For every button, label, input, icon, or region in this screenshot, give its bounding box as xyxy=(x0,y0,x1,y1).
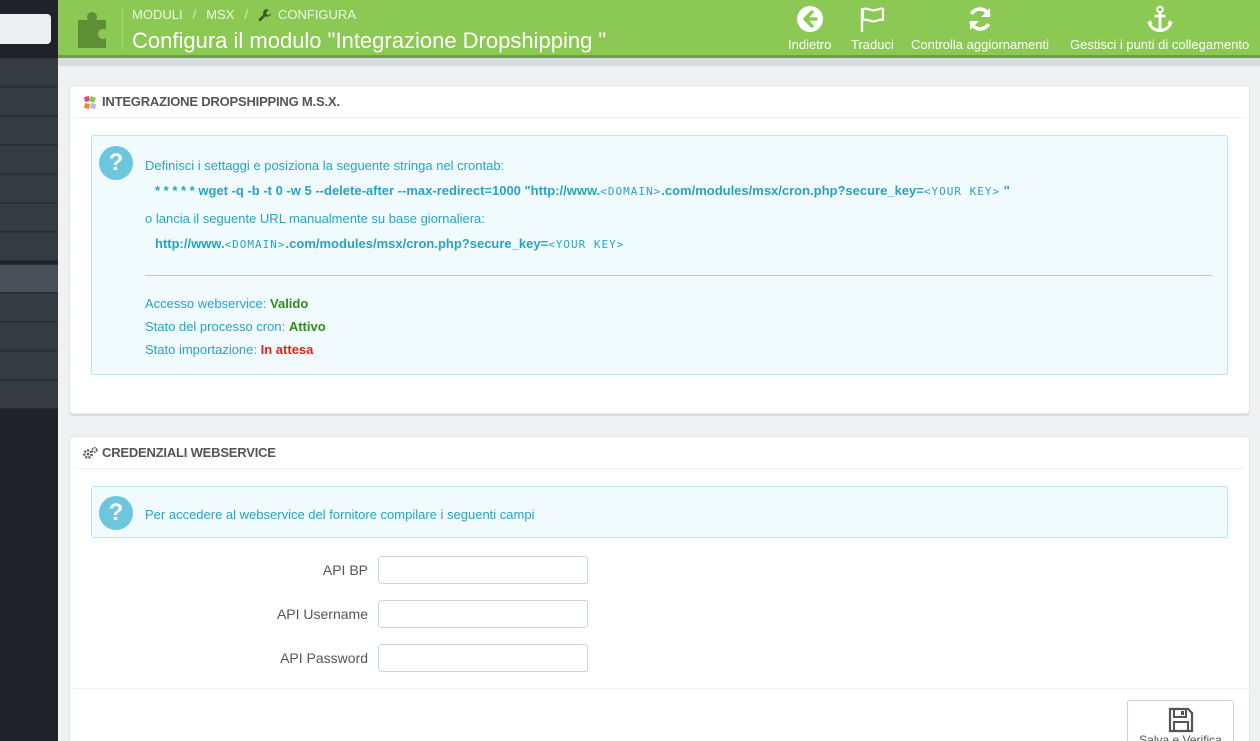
sidebar-item[interactable] xyxy=(0,174,58,203)
credentials-panel: CREDENZIALI WEBSERVICE ? Per accedere al… xyxy=(69,436,1250,741)
save-button[interactable]: Salva e Verifica xyxy=(1127,700,1234,741)
breadcrumb-current: CONFIGURA xyxy=(277,7,356,22)
api-bp-input[interactable] xyxy=(378,556,588,584)
status-cron: Stato del processo cron: Attivo xyxy=(145,319,326,334)
back-arrow-icon xyxy=(796,6,823,32)
manage-hooks-button-label: Gestisci i punti di collegamento xyxy=(1070,37,1250,52)
api-username-row: API Username xyxy=(258,600,588,628)
translate-button-label: Traduci xyxy=(851,37,894,52)
status-webservice: Accesso webservice: Valido xyxy=(145,296,308,311)
anchor-icon xyxy=(1146,5,1173,33)
api-username-input[interactable] xyxy=(378,600,588,628)
info-alert: ? Definisci i settaggi e posiziona la se… xyxy=(91,135,1228,375)
credentials-info-alert: ? Per accedere al webservice del fornito… xyxy=(91,486,1228,538)
back-button-label: Indietro xyxy=(788,37,832,52)
puzzle-icon xyxy=(78,12,106,48)
sidebar-item[interactable] xyxy=(0,87,58,116)
flag-icon xyxy=(861,7,885,32)
panel-heading: CREDENZIALI WEBSERVICE xyxy=(74,437,1245,469)
status-value: Attivo xyxy=(288,319,326,334)
status-label: Stato importazione: xyxy=(145,342,258,357)
crontab-command: * * * * * wget -q -b -t 0 -w 5 --delete-… xyxy=(155,183,1010,198)
api-password-input[interactable] xyxy=(378,644,588,672)
manual-url-instruction: o lancia il seguente URL manualmente su … xyxy=(145,211,485,226)
status-import: Stato importazione: In attesa xyxy=(145,342,313,357)
credentials-info-text: Per accedere al webservice del fornitore… xyxy=(145,507,535,522)
domain-token: <DOMAIN> xyxy=(600,185,662,198)
breadcrumb-separator: / xyxy=(244,7,248,22)
sidebar-item[interactable] xyxy=(0,232,58,261)
check-updates-button-label: Controlla aggiornamenti xyxy=(911,37,1050,52)
breadcrumb-separator: / xyxy=(192,7,197,22)
crontab-instruction: Definisci i settaggi e posiziona la segu… xyxy=(145,158,505,173)
save-button-label: Salva e Verifica xyxy=(1139,733,1222,741)
api-username-label: API Username xyxy=(276,606,368,622)
crontab-command-prefix: * * * * * wget -q -b -t 0 -w 5 --delete-… xyxy=(155,183,601,198)
api-password-label: API Password xyxy=(280,650,368,666)
question-icon: ? xyxy=(99,496,133,530)
manual-url-middle: .com/modules/msx/cron.php?secure_key= xyxy=(285,236,549,251)
crontab-command-suffix: " xyxy=(1000,183,1010,198)
domain-token: <DOMAIN> xyxy=(224,238,286,251)
sidebar-item[interactable] xyxy=(0,58,58,87)
api-bp-row: API BP xyxy=(258,556,588,584)
api-bp-label: API BP xyxy=(322,562,368,578)
sidebar-item[interactable] xyxy=(0,351,58,380)
alert-divider xyxy=(145,275,1212,276)
manage-hooks-button[interactable]: Gestisci i punti di collegamento xyxy=(1070,5,1249,52)
question-icon: ? xyxy=(99,146,133,180)
secure-key-token: <YOUR KEY> xyxy=(923,185,1001,198)
sidebar-item[interactable] xyxy=(0,145,58,174)
page-header: MODULI / MSX / CONFIGURA Configura il mo… xyxy=(58,0,1260,58)
manual-url: http://www.<DOMAIN>.com/modules/msx/cron… xyxy=(155,236,624,251)
breadcrumb-item-moduli[interactable]: MODULI xyxy=(132,7,183,22)
status-value: In attesa xyxy=(260,342,314,357)
status-value: Valido xyxy=(270,296,309,311)
status-label: Accesso webservice: xyxy=(145,296,267,311)
panel-heading: INTEGRAZIONE DROPSHIPPING M.S.X. xyxy=(74,86,1245,118)
refresh-icon xyxy=(969,7,991,31)
back-button[interactable]: Indietro xyxy=(788,5,831,52)
sidebar-item[interactable] xyxy=(0,322,58,351)
breadcrumb-item-msx[interactable]: MSX xyxy=(206,7,234,22)
page-title: Configura il modulo "Integrazione Dropsh… xyxy=(132,28,607,53)
check-updates-button[interactable]: Controlla aggiornamenti xyxy=(911,5,1049,52)
api-password-row: API Password xyxy=(258,644,588,672)
panel-title: CREDENZIALI WEBSERVICE xyxy=(102,445,276,460)
manual-url-prefix: http://www. xyxy=(155,236,225,251)
sidebar-item[interactable] xyxy=(0,116,58,145)
module-logo-icon xyxy=(84,95,96,109)
panel-title: INTEGRAZIONE DROPSHIPPING M.S.X. xyxy=(102,94,340,109)
breadcrumb: MODULI / MSX / CONFIGURA xyxy=(132,7,356,22)
sidebar-item-active[interactable] xyxy=(0,264,58,293)
save-icon xyxy=(1168,707,1193,733)
secure-key-token: <YOUR KEY> xyxy=(548,238,625,251)
integration-panel: INTEGRAZIONE DROPSHIPPING M.S.X. ? Defin… xyxy=(69,85,1250,414)
sidebar-item[interactable] xyxy=(0,293,58,322)
panel-footer-divider xyxy=(70,688,1250,689)
sidebar-item[interactable] xyxy=(0,203,58,232)
sidebar-item[interactable] xyxy=(0,380,58,409)
header-divider xyxy=(122,8,123,50)
header-bottom-band xyxy=(58,58,1260,66)
status-label: Stato del processo cron: xyxy=(145,319,286,334)
wrench-icon xyxy=(258,8,272,22)
sidebar xyxy=(0,0,58,741)
sidebar-search-input[interactable] xyxy=(0,14,51,44)
cogs-icon xyxy=(83,446,98,459)
crontab-command-middle: .com/modules/msx/cron.php?secure_key= xyxy=(661,183,924,198)
translate-button[interactable]: Traduci xyxy=(851,5,894,52)
